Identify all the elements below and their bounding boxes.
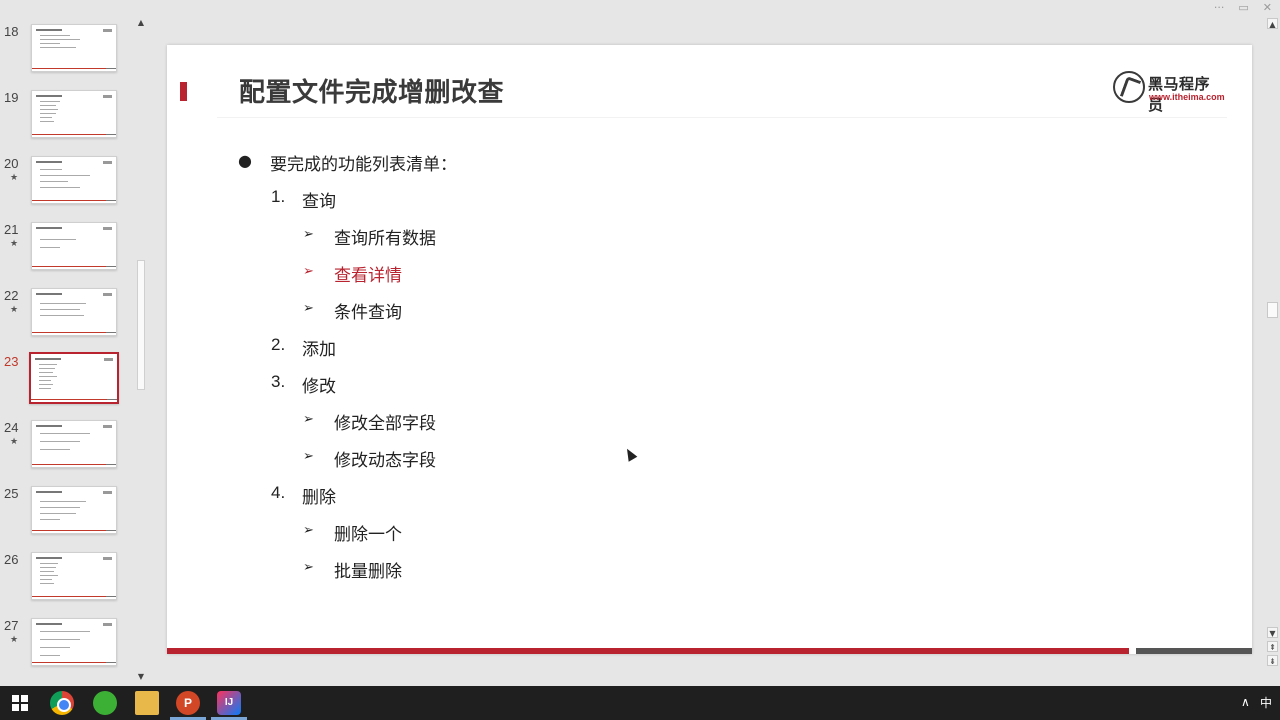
slide-thumbnail-24[interactable]: 24 ★ (0, 420, 134, 480)
list-item-label: 修改 (302, 377, 336, 397)
slide-scrollbar[interactable]: ▲ ▼ ⇞ ⇟ (1265, 16, 1280, 684)
slide-title: 配置文件完成增删改查 (239, 78, 505, 108)
itheima-logo: 黑马程序员 www.itheima.com (1113, 69, 1225, 114)
slide-number: 19 (4, 90, 19, 105)
title-marker (180, 82, 187, 101)
arrow-bullet-icon: ➢ (303, 412, 314, 427)
window-controls: ··· ▭ ✕ (1214, 0, 1280, 16)
tray-expand-icon[interactable]: ∧ (1241, 695, 1250, 709)
windows-taskbar: P IJ ∧ 中 (0, 686, 1280, 720)
title-divider (217, 117, 1227, 118)
scrollbar-thumb[interactable] (1267, 302, 1278, 318)
slide-thumbnail-image[interactable] (31, 552, 117, 600)
slide-number: 20 (4, 156, 19, 171)
slide-number: 22 (4, 288, 19, 303)
slide-thumbnail-image[interactable] (31, 486, 117, 534)
slide-thumbnail-26[interactable]: 26 (0, 552, 134, 612)
arrow-bullet-icon: ➢ (303, 301, 314, 316)
animation-star-icon: ★ (10, 173, 19, 183)
slide-thumbnail-image[interactable] (31, 420, 117, 468)
slide-thumbnail-pane: 18 19 20 ★ 21 ★ 22 ★ 23 24 ★ 25 26 27 ★ (0, 16, 134, 684)
slide-thumbnail-25[interactable]: 25 (0, 486, 134, 546)
list-number: 4. (271, 483, 286, 502)
slide-thumbnail-20[interactable]: 20 ★ (0, 156, 134, 216)
list-item-label: 查询 (302, 192, 336, 212)
slide-thumbnail-21[interactable]: 21 ★ (0, 222, 134, 282)
powerpoint-icon[interactable]: P (176, 691, 200, 715)
slide-thumbnail-18[interactable]: 18 (0, 24, 134, 84)
footer-gray-bar (1136, 648, 1252, 654)
prev-slide-icon[interactable]: ⇞ (1267, 641, 1278, 652)
list-item-label: 删除 (302, 488, 336, 508)
thumbnail-scrollbar[interactable]: ▲ ▼ (134, 16, 148, 684)
animation-star-icon: ★ (10, 239, 19, 249)
more-options-icon[interactable]: ··· (1214, 0, 1225, 16)
arrow-bullet-icon: ➢ (303, 523, 314, 538)
next-slide-icon[interactable]: ⇟ (1267, 655, 1278, 666)
slide-number: 21 (4, 222, 19, 237)
slide-number: 24 (4, 420, 19, 435)
slide-thumbnail-image[interactable] (31, 90, 117, 138)
scroll-up-icon[interactable]: ▲ (136, 18, 146, 28)
scrollbar-thumb[interactable] (137, 260, 145, 390)
sub-item-label: 查看详情 (334, 266, 402, 286)
slide-canvas[interactable]: 配置文件完成增删改查 黑马程序员 www.itheima.com ● 要完成的功… (167, 45, 1252, 654)
slide-number: 26 (4, 552, 19, 567)
list-number: 2. (271, 335, 286, 354)
list-item-label: 添加 (302, 340, 336, 360)
slide-thumbnail-image[interactable] (31, 618, 117, 666)
sub-item-label: 修改动态字段 (334, 451, 436, 471)
slide-thumbnail-image[interactable] (31, 288, 117, 336)
slide-number: 23 (4, 354, 19, 369)
arrow-bullet-icon: ➢ (303, 264, 314, 279)
sub-item-label: 修改全部字段 (334, 414, 436, 434)
intellij-idea-icon[interactable]: IJ (217, 691, 241, 715)
sub-item-label: 查询所有数据 (334, 229, 436, 249)
file-explorer-icon[interactable] (135, 691, 159, 715)
animation-star-icon: ★ (10, 635, 19, 645)
slide-number: 25 (4, 486, 19, 501)
sub-item-label: 批量删除 (334, 562, 402, 582)
wechat-icon[interactable] (93, 691, 117, 715)
slide-thumbnail-image[interactable] (31, 24, 117, 72)
close-icon[interactable]: ✕ (1263, 0, 1272, 16)
arrow-bullet-icon: ➢ (303, 449, 314, 464)
arrow-bullet-icon: ➢ (303, 227, 314, 242)
logo-url: www.itheima.com (1149, 92, 1225, 102)
sub-item-label: 条件查询 (334, 303, 402, 323)
ime-indicator[interactable]: 中 (1260, 694, 1272, 711)
windows-start-icon[interactable] (12, 695, 28, 711)
slide-thumbnail-image[interactable] (31, 156, 117, 204)
animation-star-icon: ★ (10, 305, 19, 315)
slide-thumbnail-22[interactable]: 22 ★ (0, 288, 134, 348)
animation-star-icon: ★ (10, 437, 19, 447)
scroll-down-icon[interactable]: ▼ (1267, 627, 1278, 638)
bullet-dot-icon: ● (238, 151, 252, 170)
slide-thumbnail-19[interactable]: 19 (0, 90, 134, 150)
footer-accent-bar (167, 648, 1129, 654)
slide-thumbnail-27[interactable]: 27 ★ (0, 618, 134, 678)
slide-number: 27 (4, 618, 19, 633)
scroll-down-icon[interactable]: ▼ (136, 672, 146, 682)
slide-number: 18 (4, 24, 19, 39)
arrow-bullet-icon: ➢ (303, 560, 314, 575)
intro-text: 要完成的功能列表清单： (270, 155, 457, 175)
sub-item-label: 删除一个 (334, 525, 402, 545)
restore-icon[interactable]: ▭ (1238, 0, 1248, 16)
list-number: 3. (271, 372, 286, 391)
slide-thumbnail-image[interactable] (31, 222, 117, 270)
chrome-icon[interactable] (50, 691, 74, 715)
list-number: 1. (271, 187, 286, 206)
horse-logo-icon (1113, 71, 1145, 103)
slide-thumbnail-23[interactable]: 23 (0, 352, 134, 414)
slide-thumbnail-image[interactable] (29, 352, 119, 404)
scroll-up-icon[interactable]: ▲ (1267, 18, 1278, 29)
